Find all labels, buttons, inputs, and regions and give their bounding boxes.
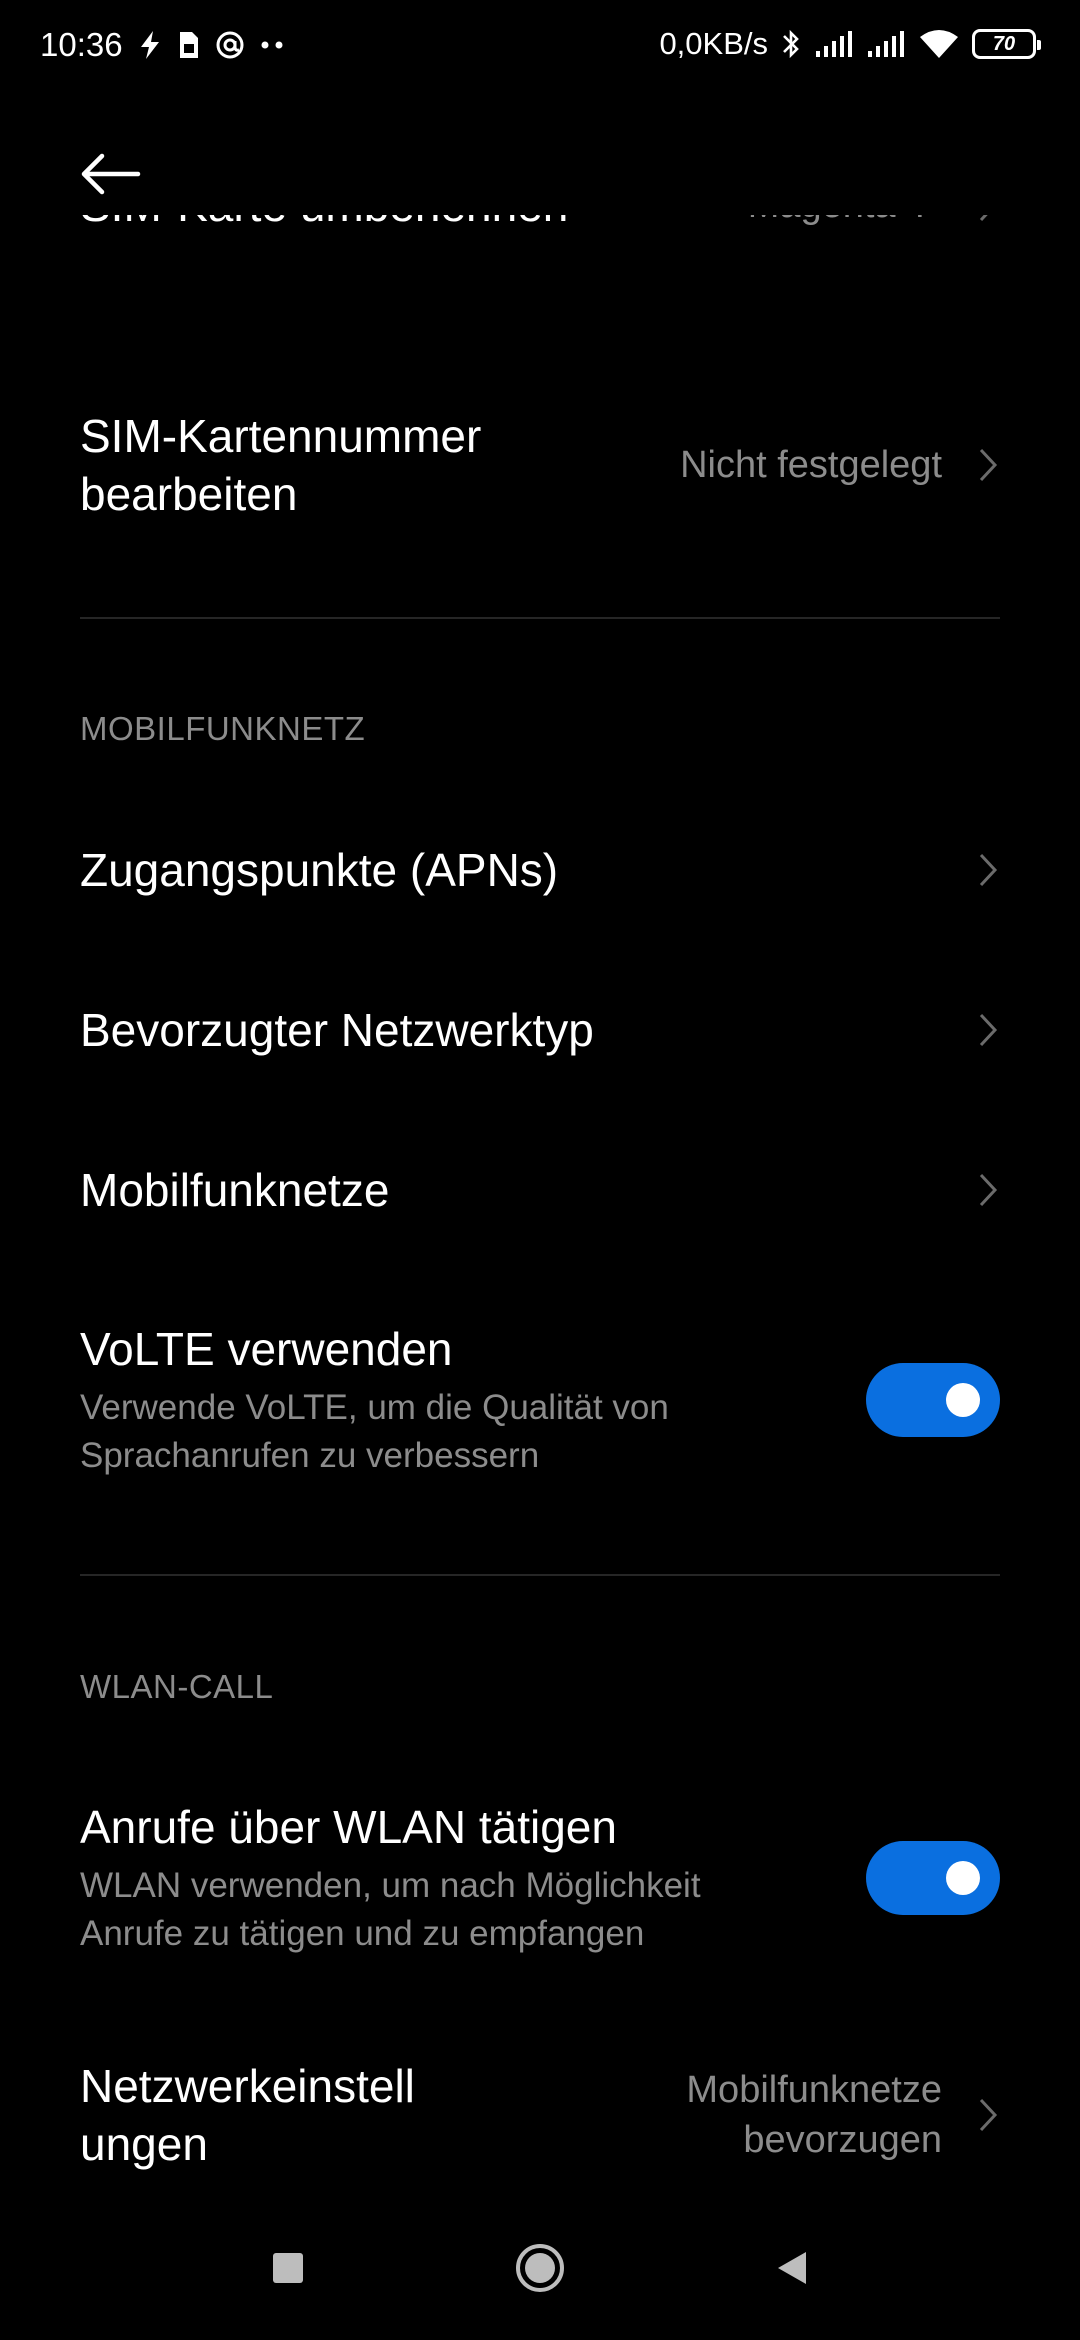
wifi-calling-item[interactable]: Anrufe über WLAN tätigen WLAN verwenden,… (80, 1783, 1000, 1973)
edit-sim-number-value: Nicht festgelegt (680, 444, 942, 486)
at-sign-icon (215, 30, 245, 60)
bluetooth-icon (780, 27, 802, 61)
status-bar-left: 10:36 (40, 26, 285, 64)
wifi-calling-toggle[interactable] (866, 1841, 1000, 1915)
apns-text: Zugangspunkte (APNs) (80, 841, 976, 899)
divider (80, 617, 1000, 619)
sim-icon (177, 30, 201, 60)
rename-sim-value: Magenta-T- (748, 215, 942, 230)
volte-item[interactable]: VoLTE verwenden Verwende VoLTE, um die Q… (80, 1305, 1000, 1495)
wifi-icon (918, 28, 960, 60)
recents-square-icon (270, 2250, 306, 2291)
network-settings-value: Mobilfunknetze bevorzugen (686, 2065, 942, 2165)
edit-sim-number-item[interactable]: SIM-Kartennummer bearbeiten Nicht festge… (80, 390, 1000, 540)
volte-subtitle-line2: Sprachanrufen zu verbessern (80, 1436, 540, 1475)
edit-sim-number-title-line2: bearbeiten (80, 468, 298, 520)
rename-sim-item[interactable]: SIM-Karte umbenennen Magenta-T- (80, 215, 1000, 260)
wifi-calling-text: Anrufe über WLAN tätigen WLAN verwenden,… (80, 1798, 866, 1958)
system-back-button[interactable] (752, 2240, 832, 2300)
net-speed: 0,0KB/s (659, 26, 768, 61)
battery-level: 70 (992, 32, 1016, 55)
chevron-right-icon (976, 215, 1000, 227)
navigation-bar (0, 2190, 1080, 2340)
more-dots-icon (259, 40, 285, 50)
apns-title: Zugangspunkte (APNs) (80, 844, 559, 896)
home-circle-icon (514, 2242, 566, 2299)
screen: 10:36 0,0KB/s 70 SIM-Kartennummer bearbe… (0, 0, 1080, 2340)
volte-subtitle-line1: Verwende VoLTE, um die Qualität von (80, 1388, 669, 1427)
status-bar-right: 0,0KB/s 70 (659, 26, 1041, 62)
rename-sim-title: SIM-Karte umbenennen (80, 215, 748, 234)
settings-list[interactable]: SIM-Karte umbenennen Magenta-T- SIM-Kart… (0, 215, 1080, 2190)
toggle-knob (946, 1861, 980, 1895)
chevron-right-icon (976, 443, 1000, 487)
wifi-calling-subtitle-line1: WLAN verwenden, um nach Möglichkeit (80, 1866, 701, 1905)
network-settings-title-line1: Netzwerkeinstell (80, 2060, 415, 2112)
back-button[interactable] (78, 148, 154, 204)
recents-button[interactable] (248, 2240, 328, 2300)
volte-subtitle: Verwende VoLTE, um die Qualität von Spra… (80, 1384, 866, 1480)
section-header-wifi-call: WLAN-CALL (80, 1668, 274, 1705)
flash-icon (137, 29, 163, 61)
volte-toggle[interactable] (866, 1363, 1000, 1437)
arrow-left-icon (78, 152, 142, 201)
status-bar: 10:36 0,0KB/s 70 (0, 0, 1080, 100)
network-settings-value-line2: bevorzugen (743, 2119, 942, 2161)
chevron-right-icon (976, 848, 1000, 892)
edit-sim-number-text: SIM-Kartennummer bearbeiten (80, 407, 680, 523)
mobile-networks-text: Mobilfunknetze (80, 1161, 976, 1219)
network-settings-item[interactable]: Netzwerkeinstell ungen Mobilfunknetze be… (80, 2040, 1000, 2190)
wifi-calling-title: Anrufe über WLAN tätigen (80, 1801, 617, 1853)
wifi-calling-subtitle: WLAN verwenden, um nach Möglichkeit Anru… (80, 1862, 866, 1958)
volte-title: VoLTE verwenden (80, 1323, 453, 1375)
section-header-mobile: MOBILFUNKNETZ (80, 710, 366, 747)
network-settings-value-line1: Mobilfunknetze (686, 2069, 942, 2111)
battery-indicator: 70 (972, 29, 1041, 59)
rename-sim-text: SIM-Karte umbenennen (80, 215, 748, 234)
apns-item[interactable]: Zugangspunkte (APNs) (80, 805, 1000, 935)
chevron-right-icon (976, 1008, 1000, 1052)
edit-sim-number-title-line1: SIM-Kartennummer (80, 410, 482, 462)
network-type-item[interactable]: Bevorzugter Netzwerktyp (80, 965, 1000, 1095)
chevron-right-icon (976, 1168, 1000, 1212)
signal-icon (866, 29, 906, 59)
chevron-right-icon (976, 2093, 1000, 2137)
home-button[interactable] (500, 2240, 580, 2300)
divider (80, 1574, 1000, 1576)
signal-icon (814, 29, 854, 59)
back-triangle-icon (772, 2248, 812, 2293)
mobile-networks-item[interactable]: Mobilfunknetze (80, 1125, 1000, 1255)
network-type-text: Bevorzugter Netzwerktyp (80, 1001, 976, 1059)
toggle-knob (946, 1383, 980, 1417)
battery-icon: 70 (972, 29, 1041, 59)
network-settings-title-line2: ungen (80, 2118, 208, 2170)
wifi-calling-subtitle-line2: Anrufe zu tätigen und zu empfangen (80, 1914, 645, 1953)
network-settings-text: Netzwerkeinstell ungen (80, 2057, 686, 2173)
mobile-networks-title: Mobilfunknetze (80, 1164, 390, 1216)
network-type-title: Bevorzugter Netzwerktyp (80, 1004, 594, 1056)
volte-text: VoLTE verwenden Verwende VoLTE, um die Q… (80, 1320, 866, 1480)
status-time: 10:36 (40, 26, 123, 63)
